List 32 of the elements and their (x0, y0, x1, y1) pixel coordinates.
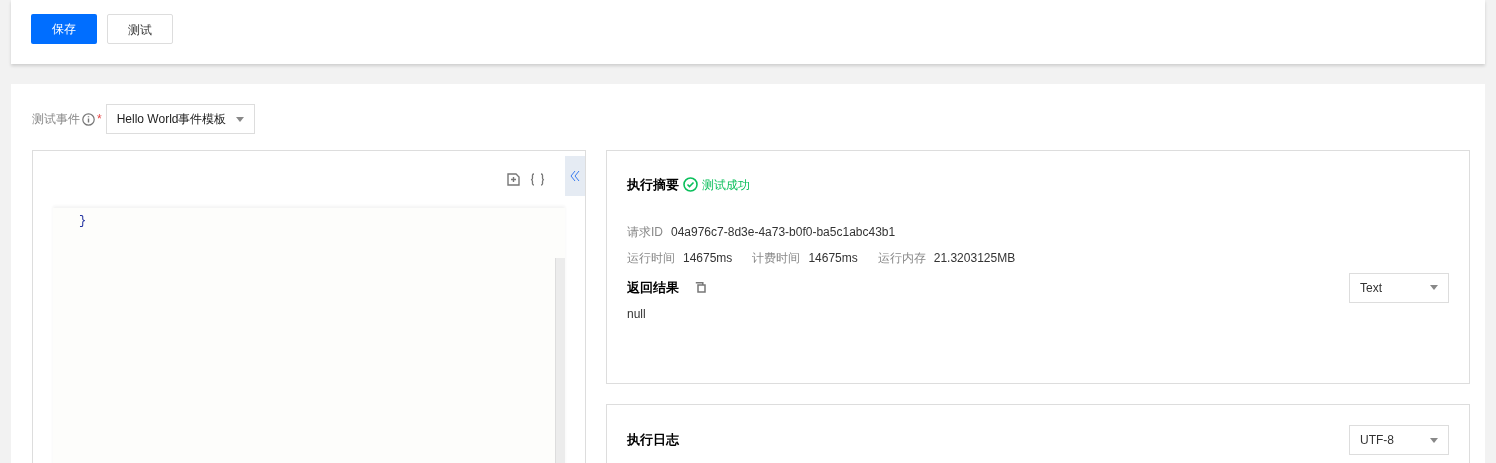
field-label: 测试事件 (32, 111, 80, 128)
caret-icon (1430, 285, 1438, 290)
code-editor[interactable]: } (32, 150, 586, 463)
code-line: } (79, 213, 88, 230)
event-select[interactable]: Hello World事件模板 (105, 104, 256, 134)
info-icon (82, 112, 95, 126)
section-title: 返回结果 (627, 278, 679, 297)
result-text: null (627, 305, 647, 323)
required-mark: * (97, 111, 102, 128)
field-label: 运行时间 (627, 250, 675, 265)
scrollbar[interactable] (555, 258, 565, 463)
copy-icon[interactable] (695, 282, 706, 293)
field-label: 运行内存 (877, 250, 926, 265)
check-circle-icon (683, 177, 698, 193)
status-text: 测试成功 (702, 176, 750, 194)
field-value: 14675ms (683, 250, 733, 265)
caret-icon (1430, 437, 1438, 443)
section-title: 执行日志 (627, 431, 679, 450)
field-value: 04a976c7-8d3e-4a73-b0f0-ba5c1abc43b1 (671, 224, 896, 239)
field-label: 请求ID (627, 224, 663, 239)
field-value: 14675ms (808, 250, 858, 265)
field-label: 计费时间 (752, 250, 801, 265)
encoding-select[interactable]: UTF-8 (1349, 425, 1449, 455)
section-title: 执行摘要 (627, 176, 679, 194)
save-button[interactable]: 保存 (31, 14, 97, 44)
format-select[interactable]: Text (1349, 272, 1449, 303)
double-chevron-icon (570, 170, 580, 182)
test-button[interactable]: 测试 (107, 14, 173, 44)
caret-icon (236, 116, 245, 122)
field-value: 21.3203125MB (933, 250, 1016, 265)
add-file-icon[interactable] (507, 173, 520, 186)
braces-icon[interactable] (530, 173, 545, 186)
